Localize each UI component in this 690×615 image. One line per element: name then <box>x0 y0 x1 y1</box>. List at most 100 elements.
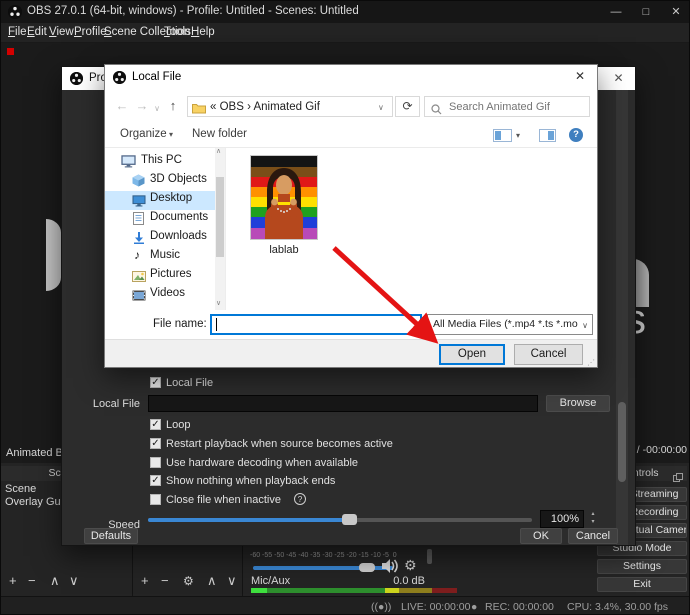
search-box[interactable] <box>424 96 590 117</box>
source-down-button[interactable]: ∨ <box>227 574 237 588</box>
tree-item-pictures[interactable]: Pictures <box>150 268 192 280</box>
speed-value-field[interactable]: 100% <box>540 510 584 528</box>
back-icon[interactable]: ← <box>114 97 130 115</box>
new-folder-button[interactable]: New folder <box>192 128 247 140</box>
tree-scrollbar[interactable]: ∧ ∨ <box>215 148 225 310</box>
menu-edit[interactable]: Edit <box>27 26 47 38</box>
address-breadcrumb-bar[interactable]: « OBS › Animated Gif ∨ <box>187 96 393 117</box>
file-name-caption[interactable]: lablab <box>250 244 318 256</box>
history-dropdown-icon[interactable]: ∨ <box>152 100 162 118</box>
file-dialog-navbar: ← → ∨ ↑ « OBS › Animated Gif ∨ ⟳ <box>105 90 597 122</box>
file-name-input[interactable] <box>210 314 422 335</box>
close-button[interactable]: ✕ <box>661 1 690 23</box>
hardware-decoding-checkbox[interactable] <box>150 457 161 468</box>
scrollbar-up-icon[interactable]: ∧ <box>216 147 221 155</box>
breadcrumb-path[interactable]: « OBS › Animated Gif <box>210 101 320 113</box>
defaults-button[interactable]: Defaults <box>84 528 138 544</box>
refresh-icon[interactable]: ⟳ <box>395 96 420 117</box>
status-bar: ((●)) LIVE: 00:00:00 ● REC: 00:00:00 CPU… <box>1 596 690 615</box>
close-file-inactive-checkbox[interactable] <box>150 494 161 505</box>
mixer-channel-name: Mic/Aux <box>251 575 290 587</box>
tree-item-3d-objects[interactable]: 3D Objects <box>150 173 207 185</box>
settings-button[interactable]: Settings <box>597 559 687 574</box>
menu-tools[interactable]: Tools <box>164 26 191 38</box>
minimize-button[interactable]: — <box>601 1 631 23</box>
dock-popout-icon[interactable] <box>673 469 683 487</box>
exit-button[interactable]: Exit <box>597 577 687 592</box>
local-file-path-input[interactable] <box>148 395 538 412</box>
help-icon[interactable]: ? <box>569 128 583 142</box>
remove-source-button[interactable]: − <box>161 574 169 588</box>
cancel-button[interactable]: Cancel <box>568 528 618 544</box>
search-input[interactable] <box>447 98 585 115</box>
open-button[interactable]: Open <box>439 344 505 365</box>
restart-playback-checkbox[interactable]: ✓ <box>150 438 161 449</box>
file-name-row: File name: All Media Files (*.mp4 *.ts *… <box>105 310 597 339</box>
obs-logo-icon <box>8 5 22 19</box>
menu-help[interactable]: Help <box>191 26 215 38</box>
file-cancel-button[interactable]: Cancel <box>514 344 583 365</box>
scene-down-button[interactable]: ∨ <box>69 574 79 588</box>
tree-item-music[interactable]: Music <box>150 249 180 261</box>
add-scene-button[interactable]: + <box>9 574 17 588</box>
pane-divider <box>225 148 226 310</box>
spinner-up-icon[interactable]: ▴ <box>586 510 600 518</box>
speed-slider-handle[interactable] <box>342 514 357 525</box>
select-dropdown-icon: ∨ <box>582 316 588 335</box>
add-source-button[interactable]: + <box>141 574 149 588</box>
scene-up-button[interactable]: ∧ <box>50 574 60 588</box>
preview-pane-icon[interactable] <box>539 129 556 147</box>
scrollbar-down-icon[interactable]: ∨ <box>216 299 221 307</box>
file-dialog-toolbar: Organize ▾ New folder ▾ ? <box>105 122 597 148</box>
loop-checkbox-label: Loop <box>166 419 190 431</box>
view-dropdown-icon[interactable]: ▾ <box>516 131 520 140</box>
mixer-gear-icon[interactable]: ⚙ <box>404 557 417 574</box>
help-tooltip-icon[interactable]: ? <box>294 493 306 505</box>
speed-slider-fill <box>148 518 344 522</box>
hardware-decoding-checkbox-label: Use hardware decoding when available <box>166 457 358 469</box>
menu-view[interactable]: View <box>49 26 74 38</box>
file-thumbnail[interactable] <box>250 155 318 240</box>
loop-checkbox[interactable]: ✓ <box>150 419 161 430</box>
folder-icon <box>192 101 206 119</box>
show-nothing-checkbox[interactable]: ✓ <box>150 475 161 486</box>
source-properties-gear-icon[interactable]: ⚙ <box>183 574 194 588</box>
live-icon: ((●)) <box>371 601 391 613</box>
maximize-button[interactable]: □ <box>631 1 661 23</box>
address-dropdown-icon[interactable]: ∨ <box>378 103 384 112</box>
source-up-button[interactable]: ∧ <box>207 574 217 588</box>
organize-menu-button[interactable]: Organize <box>120 128 167 140</box>
close-icon[interactable]: ✕ <box>602 67 635 90</box>
up-directory-icon[interactable]: ↑ <box>165 97 181 115</box>
tree-item-videos[interactable]: Videos <box>150 287 185 299</box>
volume-slider-handle[interactable] <box>359 563 375 572</box>
tree-item-downloads[interactable]: Downloads <box>150 230 207 242</box>
file-dialog-footer: Open Cancel ⋰ <box>105 339 597 368</box>
tree-item-this-pc[interactable]: This PC <box>141 154 182 166</box>
properties-scrollbar-thumb[interactable] <box>618 402 626 482</box>
mixer-db-value: 0.0 dB <box>381 575 425 587</box>
tree-item-desktop[interactable]: Desktop <box>150 192 192 204</box>
local-file-checkbox[interactable]: ✓ <box>150 377 161 388</box>
browse-button[interactable]: Browse <box>546 395 610 412</box>
menu-profile[interactable]: Profile <box>74 26 107 38</box>
file-type-select[interactable]: All Media Files (*.mp4 *.ts *.mo ∨ <box>427 314 593 335</box>
ok-button[interactable]: OK <box>520 528 562 544</box>
window-titlebar: OBS 27.0.1 (64-bit, windows) - Profile: … <box>1 1 690 23</box>
change-view-icon[interactable] <box>493 129 512 147</box>
tree-item-documents[interactable]: Documents <box>150 211 208 223</box>
scrollbar-thumb[interactable] <box>216 177 224 257</box>
resize-grip[interactable]: ⋰ <box>587 358 596 367</box>
file-type-value: All Media Files (*.mp4 *.ts *.mo <box>433 318 578 330</box>
menubar: File Edit View Profile Scene Collection … <box>1 23 690 43</box>
menu-file[interactable]: File <box>8 26 27 38</box>
remove-scene-button[interactable]: − <box>28 574 36 588</box>
close-icon[interactable]: ✕ <box>563 65 597 90</box>
speed-spinner[interactable]: ▴ ▾ <box>586 510 600 528</box>
file-open-dialog: Local File ✕ ← → ∨ ↑ « OBS › Animated Gi… <box>104 64 598 368</box>
restart-playback-checkbox-label: Restart playback when source becomes act… <box>166 438 393 450</box>
forward-icon[interactable]: → <box>134 97 150 115</box>
scene-list-item[interactable]: Scene <box>5 483 36 495</box>
mixer-scrollbar[interactable] <box>427 549 432 564</box>
spinner-down-icon[interactable]: ▾ <box>586 518 600 526</box>
